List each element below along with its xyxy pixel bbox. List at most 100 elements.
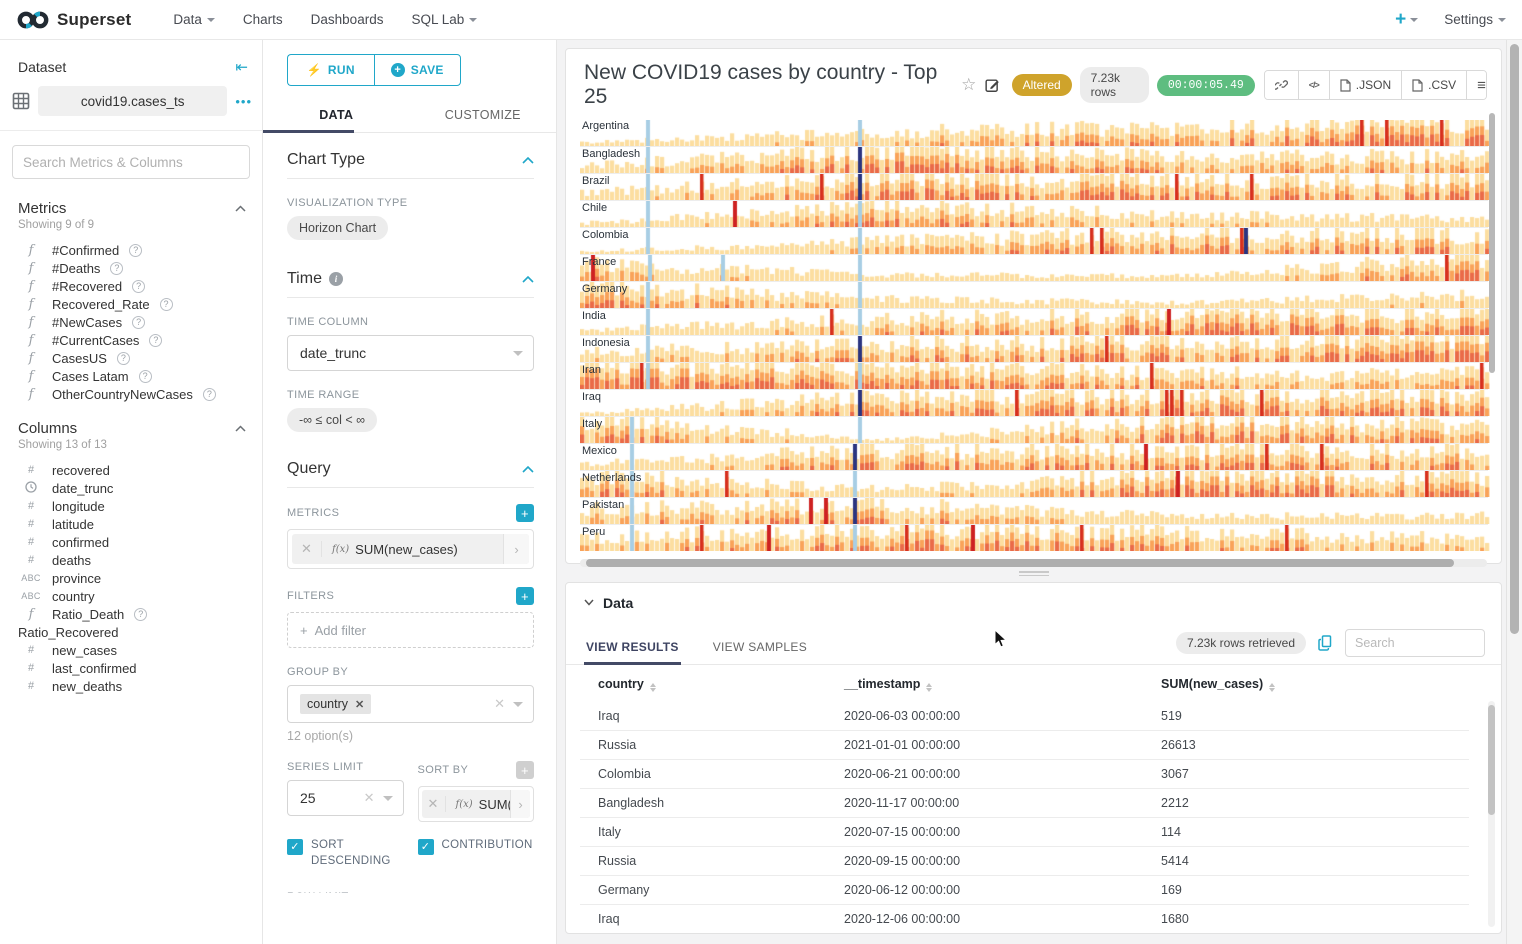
dataset-more-button[interactable]: ••• <box>235 94 252 109</box>
tab-data[interactable]: DATA <box>263 100 410 132</box>
help-icon: ? <box>132 316 145 329</box>
expand-metric-icon[interactable]: › <box>503 534 529 564</box>
export-csv-button[interactable]: .CSV <box>1401 71 1466 99</box>
embed-code-button[interactable]: </> <box>1298 71 1329 99</box>
chart-vertical-scrollbar-thumb[interactable] <box>1489 113 1495 373</box>
column-item[interactable]: #recovered <box>0 461 262 479</box>
add-metric-button[interactable]: + <box>516 504 534 522</box>
column-item[interactable]: #last_confirmed <box>0 659 262 677</box>
group-by-select[interactable]: country✕ ✕ <box>287 685 534 723</box>
nav-item-charts[interactable]: Charts <box>229 12 297 27</box>
run-button[interactable]: ⚡ RUN <box>287 54 374 86</box>
columns-section-title: Columns <box>18 420 77 437</box>
metric-name: Cases Latam <box>52 369 129 384</box>
column-item[interactable]: ABCcountry <box>0 587 262 605</box>
add-filter-box[interactable]: + Add filter <box>287 612 534 648</box>
contribution-checkbox[interactable]: ✓ CONTRIBUTION <box>418 838 535 869</box>
edit-title-icon[interactable] <box>985 77 1000 93</box>
number-icon: # <box>18 662 44 674</box>
metric-item[interactable]: fRecovered_Rate? <box>0 295 262 313</box>
add-sort-by-button[interactable]: + <box>516 761 534 779</box>
metric-item[interactable]: f#NewCases? <box>0 313 262 331</box>
horizon-row: Colombia <box>580 227 1488 254</box>
help-icon: ? <box>203 388 216 401</box>
chart-horizontal-scrollbar <box>580 559 1487 567</box>
chevron-up-icon[interactable] <box>522 151 534 169</box>
tab-customize[interactable]: CUSTOMIZE <box>410 100 557 132</box>
plus-icon: + <box>300 623 308 638</box>
metric-item[interactable]: fCasesUS? <box>0 349 262 367</box>
favorite-star-icon[interactable]: ☆ <box>961 75 976 95</box>
table-scrollbar-thumb[interactable] <box>1488 705 1495 815</box>
clear-icon[interactable]: ✕ <box>494 696 505 712</box>
series-limit-select[interactable]: 25 ✕ <box>287 780 404 816</box>
add-filter-plus-button[interactable]: + <box>516 587 534 605</box>
plus-circle-icon: + <box>391 63 405 77</box>
visualization-type-value[interactable]: Horizon Chart <box>287 216 388 240</box>
column-item[interactable]: #confirmed <box>0 533 262 551</box>
share-link-button[interactable] <box>1265 71 1298 99</box>
search-metrics-columns-input[interactable] <box>12 145 250 179</box>
column-item[interactable]: #longitude <box>0 497 262 515</box>
metric-item[interactable]: f#Deaths? <box>0 259 262 277</box>
tab-view-results[interactable]: VIEW RESULTS <box>584 632 681 664</box>
infinity-logo-icon <box>16 10 50 30</box>
column-header[interactable]: SUM(new_cases) <box>1143 665 1469 702</box>
chevron-up-icon[interactable] <box>235 199 246 217</box>
metrics-showing-count: Showing 9 of 9 <box>0 217 262 239</box>
column-header[interactable]: country <box>580 665 826 702</box>
metric-pill[interactable]: ✕ f(x) SUM(new_cases) › <box>292 534 529 564</box>
chevron-up-icon[interactable] <box>522 270 534 288</box>
metric-name: OtherCountryNewCases <box>52 387 193 402</box>
column-item[interactable]: #new_deaths <box>0 677 262 695</box>
function-icon: f <box>18 387 44 402</box>
metric-item[interactable]: f OtherCountryNewCases? <box>0 385 262 403</box>
sort-descending-checkbox[interactable]: ✓ SORT DESCENDING <box>287 838 404 869</box>
column-header[interactable]: __timestamp <box>826 665 1143 702</box>
chart-menu-button[interactable]: ≡ <box>1466 71 1487 99</box>
collapse-panel-icon[interactable]: ⇤ <box>235 58 248 76</box>
column-item[interactable]: #new_cases <box>0 641 262 659</box>
time-range-value[interactable]: -∞ ≤ col < ∞ <box>287 408 377 432</box>
metric-item[interactable]: f#Recovered? <box>0 277 262 295</box>
metric-item[interactable]: fCases Latam? <box>0 367 262 385</box>
nav-item-dashboards[interactable]: Dashboards <box>297 12 398 27</box>
clear-icon[interactable]: ✕ <box>364 790 375 806</box>
expand-sort-icon[interactable]: › <box>510 790 530 818</box>
remove-metric-icon[interactable]: ✕ <box>292 541 322 557</box>
column-item[interactable]: ABCprovince <box>0 569 262 587</box>
column-item[interactable]: Ratio_Recovered <box>0 623 262 641</box>
horizon-row-canvas <box>580 147 1490 173</box>
chevron-up-icon[interactable] <box>235 419 246 437</box>
save-button[interactable]: + SAVE <box>374 54 462 86</box>
table-row: Germany2020-06-12 00:00:00169 <box>580 876 1469 905</box>
sort-by-pill[interactable]: ✕ f(x) SUM(... › <box>422 790 531 818</box>
tab-view-samples[interactable]: VIEW SAMPLES <box>711 632 809 664</box>
page-scrollbar-thumb[interactable] <box>1510 44 1519 634</box>
nav-item-data[interactable]: Data <box>159 12 229 27</box>
chart-horizontal-scrollbar-thumb[interactable] <box>586 559 1454 567</box>
settings-menu[interactable]: Settings <box>1444 12 1506 27</box>
chart-area: New COVID19 cases by country - Top 25 ☆ … <box>557 40 1506 944</box>
nav-item-sqllab[interactable]: SQL Lab <box>397 12 491 27</box>
remove-sort-icon[interactable]: ✕ <box>422 796 446 812</box>
panel-resize-handle[interactable] <box>1019 571 1049 576</box>
chart-title[interactable]: New COVID19 cases by country - Top 25 <box>584 61 950 109</box>
copy-data-button[interactable] <box>1318 635 1333 651</box>
collapse-data-chevron-icon[interactable] <box>584 597 594 609</box>
remove-tag-icon[interactable]: ✕ <box>355 698 364 711</box>
chevron-up-icon[interactable] <box>522 460 534 478</box>
column-item[interactable]: date_trunc <box>0 479 262 497</box>
time-column-select[interactable]: date_trunc <box>287 335 534 371</box>
new-item-button[interactable]: + <box>1395 9 1418 31</box>
column-item[interactable]: #deaths <box>0 551 262 569</box>
column-item[interactable]: fRatio_Death? <box>0 605 262 623</box>
superset-logo[interactable]: Superset <box>16 10 131 30</box>
metric-item[interactable]: f#Confirmed? <box>0 241 262 259</box>
dataset-name[interactable]: covid19.cases_ts <box>38 86 227 116</box>
column-item[interactable]: #latitude <box>0 515 262 533</box>
export-json-button[interactable]: .JSON <box>1329 71 1401 99</box>
metric-item[interactable]: f#CurrentCases? <box>0 331 262 349</box>
fx-icon: f(x) <box>456 799 473 810</box>
results-search-input[interactable] <box>1345 629 1485 657</box>
